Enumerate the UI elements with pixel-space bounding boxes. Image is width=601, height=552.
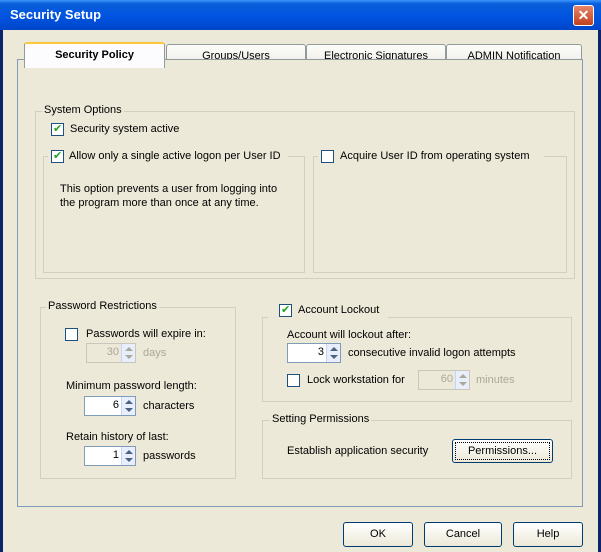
password-restrictions-label: Password Restrictions bbox=[46, 300, 159, 312]
spin-up-icon bbox=[125, 450, 133, 454]
help-button[interactable]: Help bbox=[513, 522, 583, 547]
min-length-unit: characters bbox=[143, 400, 195, 412]
stepper-buttons[interactable] bbox=[326, 344, 340, 362]
stepper-value: 1 bbox=[112, 449, 119, 461]
lock-workstation-label: Lock workstation for bbox=[307, 374, 405, 386]
history-stepper[interactable]: 1 bbox=[84, 446, 136, 466]
lock-minutes-unit: minutes bbox=[476, 374, 515, 386]
stepper-value: 3 bbox=[317, 346, 324, 358]
security-active-checkbox[interactable] bbox=[51, 122, 64, 136]
acquire-userid-label: Acquire User ID from operating system bbox=[340, 150, 530, 162]
stepper-buttons[interactable] bbox=[121, 397, 135, 415]
password-expire-stepper[interactable]: 30 bbox=[86, 343, 136, 363]
spin-down-icon bbox=[125, 355, 133, 359]
establish-security-label: Establish application security bbox=[287, 445, 429, 457]
single-logon-label: Allow only a single active logon per Use… bbox=[69, 150, 281, 162]
system-options-label: System Options bbox=[42, 104, 124, 116]
title-bar[interactable]: Security Setup ✕ bbox=[0, 0, 601, 30]
button-label: Cancel bbox=[445, 528, 481, 540]
spin-up-icon bbox=[330, 347, 338, 351]
acquire-userid-checkbox[interactable] bbox=[321, 150, 334, 163]
stepper-value: 6 bbox=[112, 399, 119, 411]
button-label: Permissions... bbox=[467, 445, 538, 457]
account-lockout-label: Account Lockout bbox=[298, 304, 380, 316]
history-label: Retain history of last: bbox=[66, 431, 169, 443]
password-expire-label: Passwords will expire in: bbox=[86, 328, 206, 340]
stepper-buttons[interactable] bbox=[455, 371, 469, 389]
tab-label: Security Policy bbox=[55, 49, 134, 61]
min-length-label: Minimum password length: bbox=[66, 380, 197, 392]
spin-up-icon bbox=[125, 400, 133, 404]
stepper-value: 60 bbox=[440, 373, 453, 385]
ok-button[interactable]: OK bbox=[343, 522, 413, 547]
lockout-after-label: Account will lockout after: bbox=[287, 329, 412, 341]
stepper-buttons[interactable] bbox=[121, 447, 135, 465]
single-logon-description-2: the program more than once at any time. bbox=[60, 197, 259, 209]
setting-permissions-label: Setting Permissions bbox=[270, 413, 372, 425]
single-logon-group bbox=[43, 156, 305, 273]
min-length-stepper[interactable]: 6 bbox=[84, 396, 136, 416]
button-label: Help bbox=[536, 528, 560, 540]
close-icon[interactable]: ✕ bbox=[573, 5, 594, 26]
stepper-buttons[interactable] bbox=[121, 344, 135, 362]
tab-security-policy[interactable]: Security Policy bbox=[24, 42, 165, 68]
lock-workstation-checkbox[interactable] bbox=[287, 374, 300, 387]
spin-down-icon bbox=[125, 408, 133, 412]
cancel-button[interactable]: Cancel bbox=[424, 522, 502, 547]
single-logon-checkbox[interactable] bbox=[51, 149, 64, 163]
lockout-attempts-stepper[interactable]: 3 bbox=[287, 343, 341, 363]
acquire-userid-group bbox=[313, 156, 567, 273]
history-unit: passwords bbox=[143, 450, 196, 462]
account-lockout-checkbox[interactable] bbox=[279, 303, 292, 317]
spin-down-icon bbox=[125, 458, 133, 462]
security-active-label: Security system active bbox=[70, 123, 180, 135]
single-logon-description-1: This option prevents a user from logging… bbox=[60, 183, 278, 195]
spin-up-icon bbox=[459, 374, 467, 378]
lock-minutes-stepper[interactable]: 60 bbox=[418, 370, 470, 390]
spin-up-icon bbox=[125, 347, 133, 351]
spin-down-icon bbox=[330, 355, 338, 359]
permissions-button[interactable]: Permissions... bbox=[452, 439, 553, 463]
lockout-attempts-unit: consecutive invalid logon attempts bbox=[348, 347, 516, 359]
stepper-value: 30 bbox=[106, 346, 119, 358]
spin-down-icon bbox=[459, 382, 467, 386]
button-label: OK bbox=[370, 528, 386, 540]
password-expire-checkbox[interactable] bbox=[65, 328, 78, 341]
window-title: Security Setup bbox=[10, 7, 102, 22]
password-expire-unit: days bbox=[143, 347, 167, 359]
